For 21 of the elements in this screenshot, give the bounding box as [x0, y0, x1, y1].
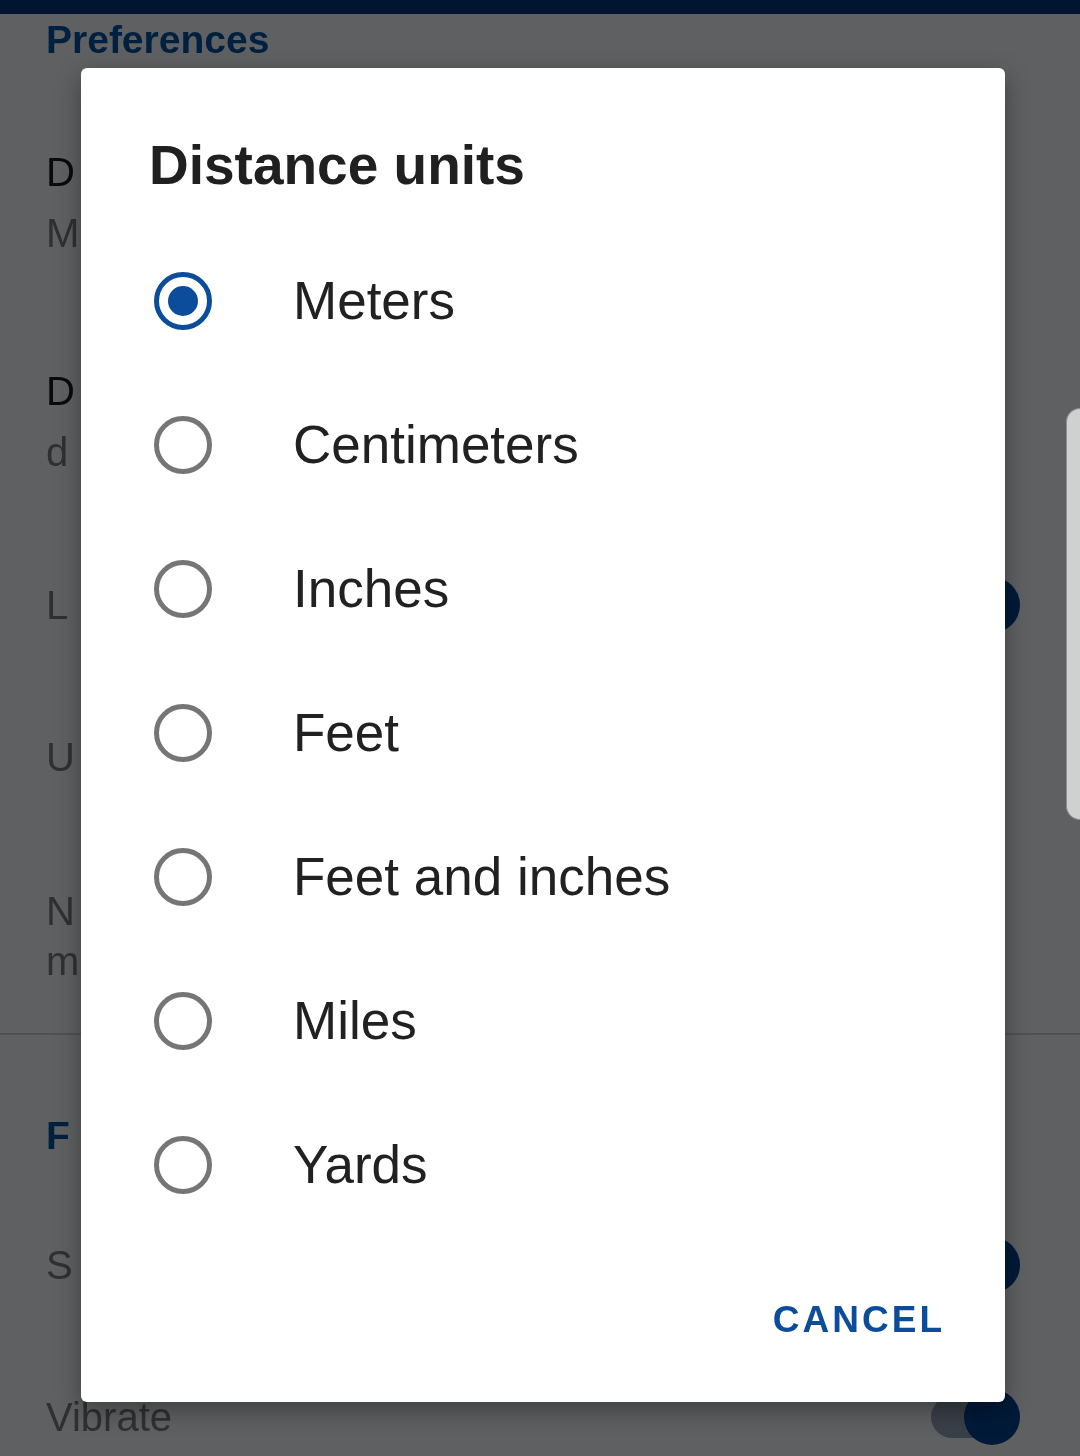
unit-option[interactable]: Meters	[151, 269, 455, 333]
unit-option[interactable]: Miles	[151, 989, 417, 1053]
radio-icon[interactable]	[151, 845, 215, 909]
section-header: F	[46, 1112, 70, 1159]
radio-icon[interactable]	[151, 557, 215, 621]
radio-icon[interactable]	[151, 989, 215, 1053]
dialog-title: Distance units	[149, 133, 525, 197]
edge-panel-handle[interactable]	[1066, 408, 1080, 820]
unit-option[interactable]: Yards	[151, 1133, 428, 1197]
unit-option[interactable]: Feet and inches	[151, 845, 671, 909]
radio-icon[interactable]	[151, 1133, 215, 1197]
unit-option[interactable]: Inches	[151, 557, 450, 621]
unit-option[interactable]: Centimeters	[151, 413, 579, 477]
cancel-button[interactable]: CANCEL	[756, 1276, 958, 1364]
unit-option[interactable]: Feet	[151, 701, 400, 765]
section-header: Preferences	[46, 17, 270, 63]
radio-icon[interactable]	[151, 269, 215, 333]
setting-title: D	[46, 367, 75, 415]
radio-icon[interactable]	[151, 413, 215, 477]
setting-title: D	[46, 148, 75, 196]
radio-icon[interactable]	[151, 701, 215, 765]
